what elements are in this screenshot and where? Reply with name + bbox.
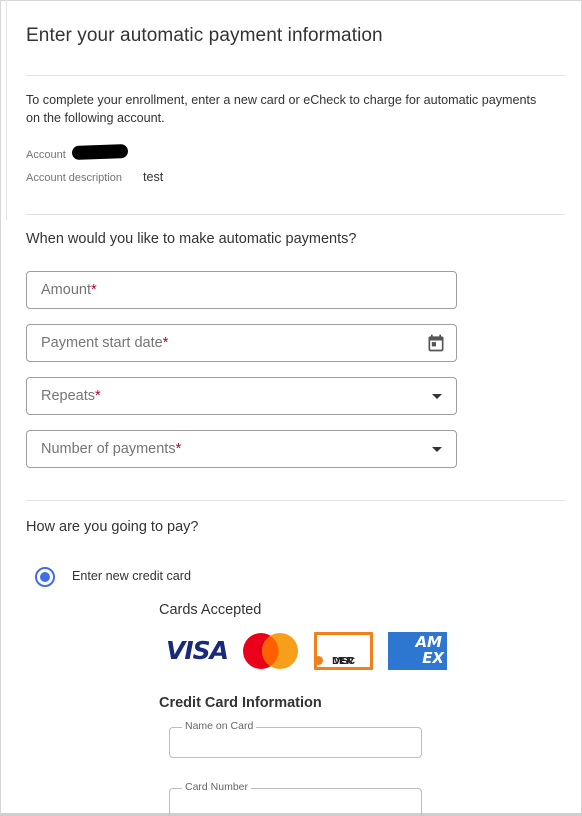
- card-number-input[interactable]: Card Number: [169, 781, 422, 816]
- name-on-card-label: Name on Card: [182, 720, 257, 732]
- repeats-select[interactable]: Repeats*: [26, 377, 457, 415]
- visa-logo: VISA: [166, 636, 229, 665]
- repeats-placeholder: Repeats*: [41, 388, 101, 404]
- left-rule: [6, 0, 7, 220]
- number-of-payments-select[interactable]: Number of payments*: [26, 430, 457, 468]
- intro-text: To complete your enrollment, enter a new…: [26, 93, 537, 125]
- card-number-label: Card Number: [182, 781, 252, 793]
- account-description-label: Account description: [26, 172, 122, 184]
- amount-placeholder: Amount*: [41, 282, 97, 298]
- new-credit-card-radio[interactable]: [35, 567, 55, 587]
- number-of-payments-placeholder: Number of payments*: [41, 441, 182, 457]
- mastercard-logo: [243, 633, 298, 669]
- start-date-placeholder: Payment start date*: [41, 335, 169, 351]
- chevron-down-icon: [432, 394, 442, 399]
- divider: [26, 214, 565, 215]
- chevron-down-icon: [432, 447, 442, 452]
- amount-input[interactable]: Amount*: [26, 271, 457, 309]
- account-redaction: [71, 144, 129, 160]
- page-title: Enter your automatic payment information: [26, 25, 383, 46]
- account-description-value: test: [143, 170, 164, 184]
- calendar-icon[interactable]: [426, 333, 446, 353]
- cards-accepted-title: Cards Accepted: [159, 602, 262, 618]
- schedule-heading: When would you like to make automatic pa…: [26, 231, 357, 247]
- divider: [26, 75, 565, 76]
- name-on-card-input[interactable]: Name on Card: [169, 720, 422, 758]
- payment-heading: How are you going to pay?: [26, 519, 199, 535]
- discover-logo: DISC VER: [314, 632, 373, 670]
- new-credit-card-label[interactable]: Enter new credit card: [72, 569, 191, 583]
- account-label: Account: [26, 149, 66, 161]
- credit-card-info-title: Credit Card Information: [159, 695, 322, 711]
- amex-logo: AM EX: [388, 632, 447, 670]
- payment-start-date-input[interactable]: Payment start date*: [26, 324, 457, 362]
- divider: [26, 500, 565, 501]
